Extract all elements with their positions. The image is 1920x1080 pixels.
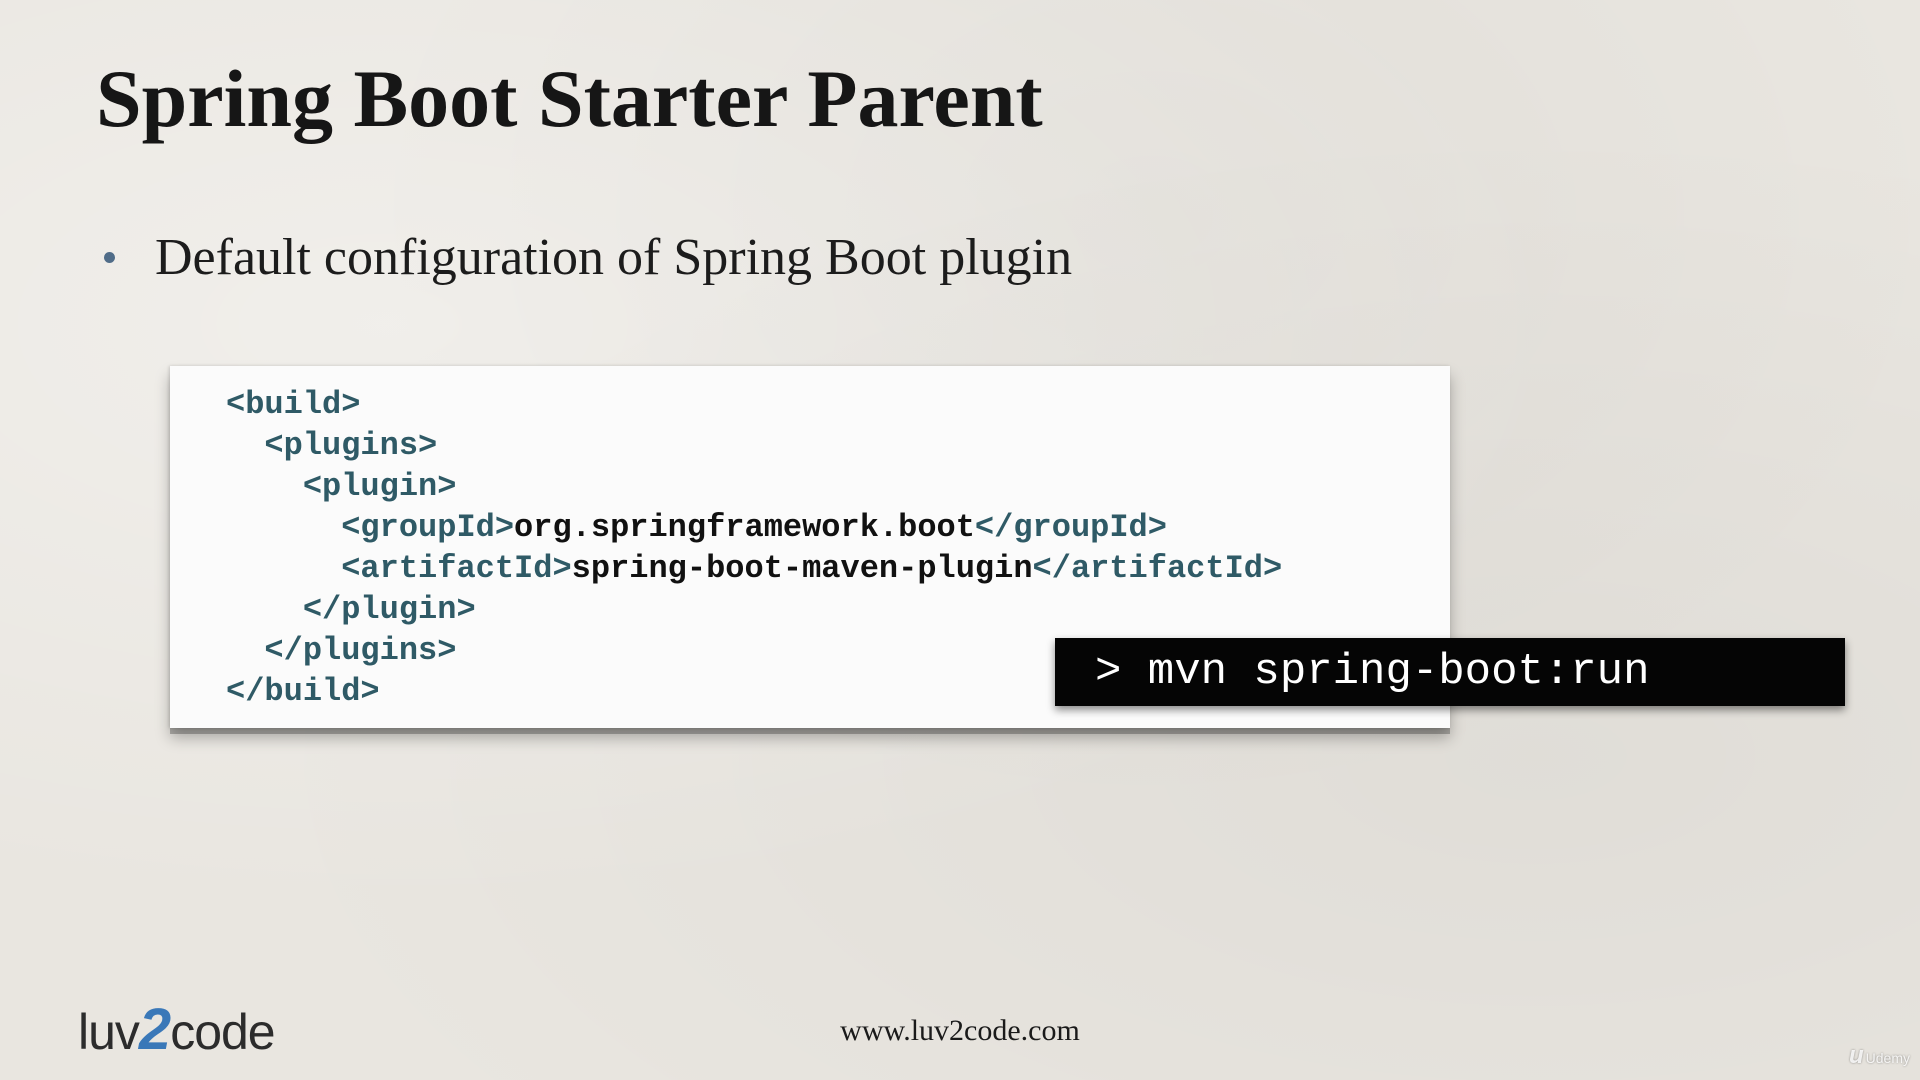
bullet-item: Default configuration of Spring Boot plu… xyxy=(96,228,1072,287)
bullet-dot-icon xyxy=(104,252,115,263)
xml-open-tag: <groupId> xyxy=(341,509,515,546)
xml-close-tag: </plugins> xyxy=(264,632,457,669)
bullet-text: Default configuration of Spring Boot plu… xyxy=(155,229,1073,286)
slide-title: Spring Boot Starter Parent xyxy=(96,53,1043,144)
code-line: <groupId>org.springframework.boot</group… xyxy=(226,507,1282,548)
code-line: <plugins> xyxy=(226,425,1282,466)
xml-open-tag: <build> xyxy=(226,386,361,423)
xml-open-tag: <plugins> xyxy=(264,427,438,464)
udemy-watermark-text: Udemy xyxy=(1865,1050,1910,1066)
xml-close-tag: </build> xyxy=(226,673,380,710)
code-line: <artifactId>spring-boot-maven-plugin</ar… xyxy=(226,548,1282,589)
code-line: </plugin> xyxy=(226,589,1282,630)
xml-close-tag: </plugin> xyxy=(302,591,476,628)
udemy-watermark: u Udemy xyxy=(1849,1042,1910,1070)
udemy-logo-icon: u xyxy=(1848,1042,1864,1069)
code-line: <plugin> xyxy=(226,466,1282,507)
xml-close-tag: </groupId> xyxy=(974,509,1167,546)
footer-url: www.luv2code.com xyxy=(840,1014,1080,1047)
xml-close-tag: </artifactId> xyxy=(1032,550,1283,587)
xml-value: spring-boot-maven-plugin xyxy=(571,550,1033,587)
code-line: <build> xyxy=(226,384,1282,425)
xml-open-tag: <plugin> xyxy=(302,468,457,505)
terminal-command-box: > mvn spring-boot:run xyxy=(1055,638,1845,706)
bullet-list: Default configuration of Spring Boot plu… xyxy=(96,228,1072,287)
terminal-command: > mvn spring-boot:run xyxy=(1095,647,1650,697)
xml-open-tag: <artifactId> xyxy=(341,550,572,587)
xml-value: org.springframework.boot xyxy=(514,509,975,546)
